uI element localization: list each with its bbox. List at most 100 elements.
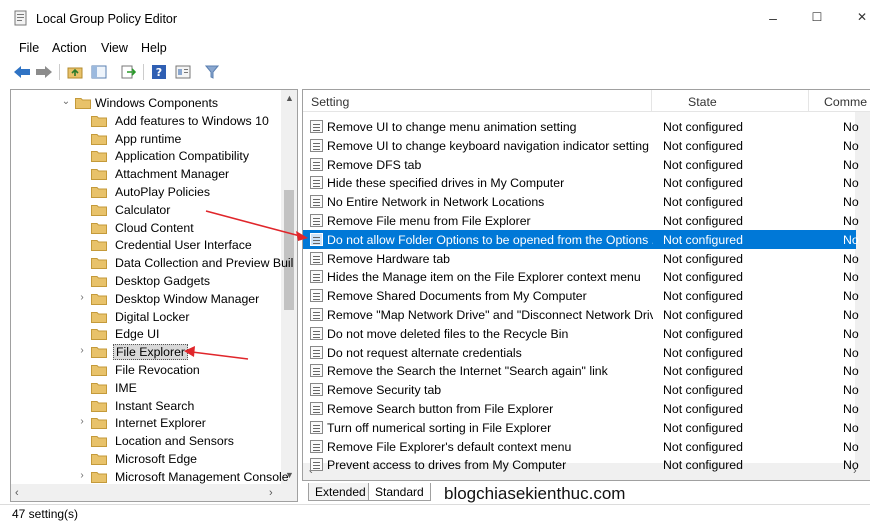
- setting-row[interactable]: Do not request alternate credentials Not …: [303, 343, 859, 362]
- export-list-icon[interactable]: [118, 62, 138, 82]
- setting-row[interactable]: Remove UI to change keyboard navigation …: [303, 136, 859, 155]
- tree-scroll-thumb[interactable]: [284, 190, 294, 310]
- tree-item[interactable]: Cloud Content: [11, 219, 283, 237]
- setting-row[interactable]: Remove File menu from File Explorer Not c…: [303, 211, 859, 230]
- tree-item-label: Digital Locker: [115, 309, 190, 324]
- setting-name: Do not allow Folder Options to be opened…: [327, 232, 653, 247]
- maximize-button[interactable]: ☐: [807, 10, 827, 24]
- filter-icon[interactable]: [202, 62, 222, 82]
- tree-horizontal-scrollbar[interactable]: ‹ ›: [11, 484, 297, 501]
- setting-state: Not configured: [663, 402, 743, 416]
- setting-row[interactable]: Remove Search button from File Explorer N…: [303, 399, 859, 418]
- tree-item-label: File Revocation: [115, 363, 200, 377]
- tree-item-label: Credential User Interface: [115, 238, 252, 253]
- menu-file[interactable]: File: [19, 41, 39, 55]
- tree-item[interactable]: › Microsoft Management Console: [11, 468, 288, 486]
- tree-item[interactable]: Credential User Interface: [11, 236, 283, 254]
- setting-comment: No: [843, 176, 859, 191]
- tree-item[interactable]: Location and Sensors: [11, 432, 283, 450]
- setting-row[interactable]: Remove File Explorer's default context m…: [303, 437, 859, 456]
- tree-item-label: Location and Sensors: [115, 434, 234, 449]
- setting-state: Not configured: [663, 232, 743, 247]
- settings-list-pane[interactable]: Setting State Comme ‹ › Remove UI to cha…: [302, 89, 870, 481]
- menu-help[interactable]: Help: [141, 41, 167, 55]
- scroll-right-icon[interactable]: ›: [269, 487, 273, 499]
- setting-comment: No: [843, 232, 859, 247]
- column-header-setting[interactable]: Setting: [311, 95, 349, 109]
- tree-item[interactable]: AutoPlay Policies: [11, 183, 283, 201]
- forward-icon[interactable]: [34, 62, 54, 82]
- tree-item[interactable]: Application Compatibility: [11, 147, 283, 165]
- setting-row[interactable]: Do not move deleted files to the Recycle…: [303, 324, 859, 343]
- minimize-button[interactable]: –: [763, 10, 783, 26]
- tree-item[interactable]: File Revocation: [11, 361, 283, 379]
- setting-state: Not configured: [663, 270, 743, 285]
- setting-comment: No: [843, 120, 859, 134]
- tree-item[interactable]: › Desktop Window Manager: [11, 290, 283, 308]
- tree-vertical-scrollbar[interactable]: ▲ ▼: [281, 90, 297, 485]
- column-header-state[interactable]: State: [688, 95, 717, 109]
- show-hide-tree-icon[interactable]: [89, 62, 109, 82]
- tree-item[interactable]: Attachment Manager: [11, 165, 283, 183]
- setting-comment: No: [843, 383, 859, 398]
- tree-item[interactable]: ⌄ Windows Components: [11, 94, 283, 112]
- menu-action[interactable]: Action: [52, 41, 87, 55]
- tree-item[interactable]: Digital Locker: [11, 308, 283, 326]
- tree-item[interactable]: IME: [11, 379, 283, 397]
- folder-icon: [91, 151, 107, 163]
- tab-standard[interactable]: Standard: [368, 483, 431, 501]
- menu-view[interactable]: View: [101, 41, 128, 55]
- expand-chevron-icon[interactable]: ›: [77, 470, 87, 481]
- tree-item[interactable]: Microsoft Edge: [11, 450, 283, 468]
- tree-item[interactable]: › Internet Explorer: [11, 414, 283, 432]
- tree-item-label: Microsoft Management Console: [115, 469, 289, 484]
- tree-item[interactable]: Desktop Gadgets: [11, 272, 283, 290]
- properties-icon[interactable]: [173, 62, 193, 82]
- setting-name: Do not move deleted files to the Recycle…: [327, 326, 569, 341]
- tree-item[interactable]: Data Collection and Preview Buil: [11, 254, 293, 272]
- setting-row[interactable]: Hides the Manage item on the File Explor…: [303, 267, 859, 286]
- tree-item[interactable]: Calculator: [11, 201, 283, 219]
- setting-row[interactable]: Remove "Map Network Drive" and "Disconne…: [303, 305, 859, 324]
- close-button[interactable]: ✕: [852, 10, 870, 24]
- tree-item[interactable]: › File Explorer: [11, 343, 283, 361]
- setting-row[interactable]: Remove Hardware tab Not configured No: [303, 249, 859, 268]
- setting-row[interactable]: Remove Shared Documents from My Computer…: [303, 286, 859, 305]
- scroll-left-icon[interactable]: ‹: [15, 487, 19, 499]
- tree-item-label: App runtime: [115, 131, 182, 146]
- tree-item[interactable]: Add features to Windows 10: [11, 112, 283, 130]
- setting-row[interactable]: Remove UI to change menu animation setti…: [303, 117, 859, 136]
- setting-state: Not configured: [663, 214, 743, 228]
- setting-row[interactable]: Remove DFS tab Not configured No: [303, 155, 859, 174]
- setting-row[interactable]: Remove Security tab Not configured No: [303, 380, 859, 399]
- folder-icon: [91, 329, 107, 341]
- tree-item[interactable]: Edge UI: [11, 325, 283, 343]
- setting-row[interactable]: Turn off numerical sorting in File Explo…: [303, 418, 859, 437]
- tree-item-label: Desktop Gadgets: [115, 274, 211, 288]
- help-icon[interactable]: ?: [149, 62, 169, 82]
- setting-row[interactable]: No Entire Network in Network Locations No…: [303, 192, 859, 211]
- setting-comment: No: [843, 420, 859, 435]
- tree-pane[interactable]: ▲ ▼ ‹ › ⌄ Windows Components Add features …: [10, 89, 298, 502]
- expand-chevron-icon[interactable]: ›: [77, 345, 87, 356]
- tree-item[interactable]: App runtime: [11, 130, 283, 148]
- setting-comment: No: [843, 364, 859, 379]
- setting-name: Remove Shared Documents from My Computer: [327, 289, 587, 304]
- setting-row[interactable]: Do not allow Folder Options to be opened…: [303, 229, 859, 249]
- expand-chevron-icon[interactable]: ›: [77, 416, 87, 427]
- expand-chevron-icon[interactable]: ⌄: [61, 96, 71, 107]
- setting-row[interactable]: Remove the Search the Internet "Search a…: [303, 361, 859, 380]
- scroll-up-icon[interactable]: ▲: [285, 93, 294, 103]
- group-policy-app-icon: [14, 10, 27, 26]
- setting-row[interactable]: Prevent access to drives from My Compute…: [303, 455, 859, 474]
- back-icon[interactable]: [12, 62, 32, 82]
- tab-extended[interactable]: Extended: [308, 483, 373, 501]
- up-folder-icon[interactable]: [65, 62, 85, 82]
- policy-setting-icon: [310, 402, 323, 415]
- expand-chevron-icon[interactable]: ›: [77, 292, 87, 303]
- setting-state: Not configured: [663, 439, 743, 454]
- tree-item-label: Internet Explorer: [115, 416, 206, 431]
- tree-item[interactable]: Instant Search: [11, 397, 283, 415]
- column-header-comment[interactable]: Comme: [824, 95, 867, 109]
- setting-row[interactable]: Hide these specified drives in My Comput…: [303, 173, 859, 192]
